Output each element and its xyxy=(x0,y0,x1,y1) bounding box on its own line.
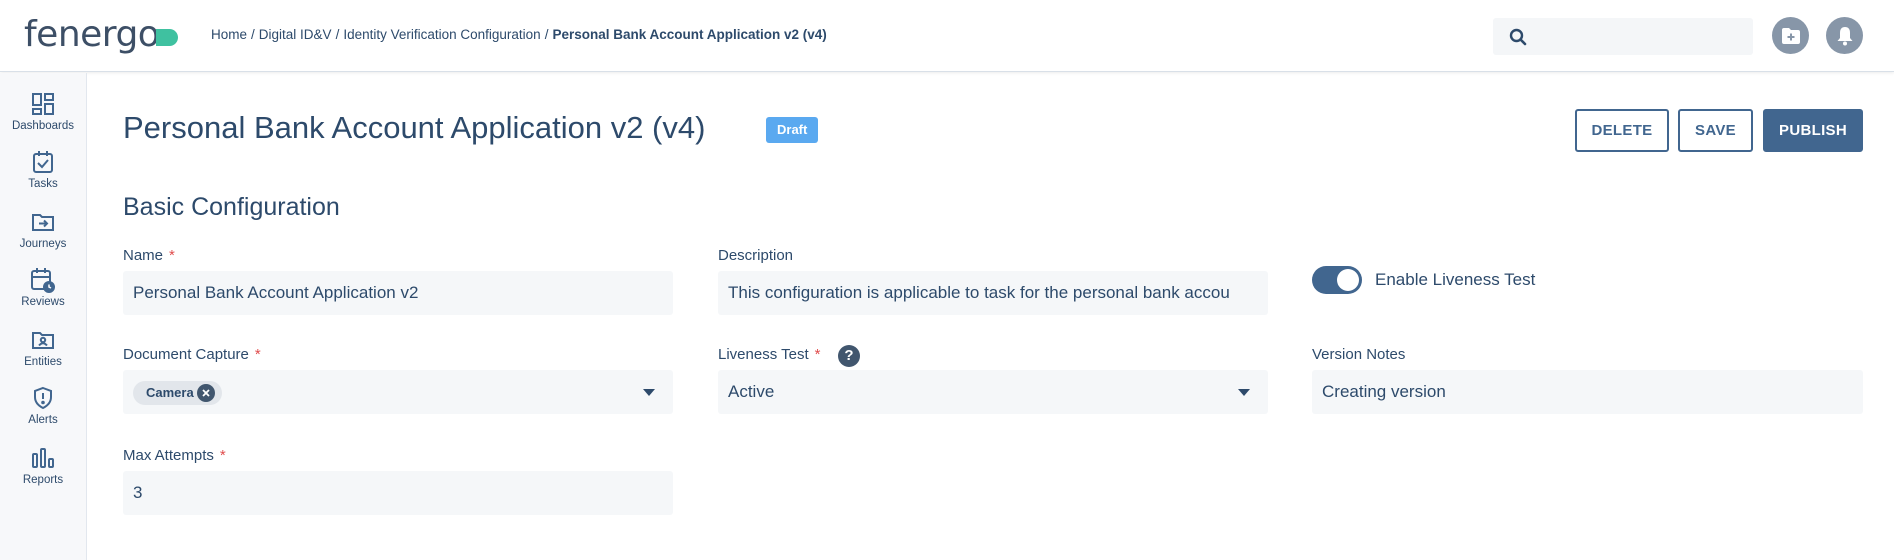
liveness-test-label: Liveness Test * xyxy=(718,346,820,363)
liveness-test-value: Active xyxy=(728,382,775,401)
chevron-down-icon[interactable] xyxy=(643,389,655,396)
add-folder-button[interactable] xyxy=(1772,17,1809,54)
calendar-clock-icon xyxy=(30,267,56,293)
sidebar-item-alerts[interactable]: Alerts xyxy=(0,385,86,435)
version-notes-field[interactable]: Creating version xyxy=(1312,370,1863,414)
status-badge: Draft xyxy=(766,117,819,143)
required-marker: * xyxy=(814,346,821,363)
sidebar-item-reports[interactable]: Reports xyxy=(0,445,86,495)
toggle-knob xyxy=(1337,269,1359,291)
add-folder-icon xyxy=(1781,27,1800,44)
delete-button[interactable]: DELETE xyxy=(1575,109,1669,152)
chip-label: Camera xyxy=(146,385,194,400)
bell-icon xyxy=(1837,26,1852,45)
enable-liveness-toggle[interactable] xyxy=(1312,266,1362,294)
sidebar-item-label: Journeys xyxy=(19,238,67,250)
section-title: Basic Configuration xyxy=(123,193,340,221)
sidebar-item-label: Alerts xyxy=(28,414,58,426)
document-capture-label: Document Capture * xyxy=(123,346,261,363)
sidebar-item-reviews[interactable]: Reviews xyxy=(0,267,86,317)
name-label-text: Name xyxy=(123,247,164,264)
sidebar-item-label: Tasks xyxy=(28,178,58,190)
sidebar-item-label: Entities xyxy=(24,356,62,368)
name-field[interactable]: Personal Bank Account Application v2 xyxy=(123,271,673,315)
camera-chip: Camera xyxy=(133,381,222,405)
journey-folder-icon xyxy=(30,209,56,235)
enable-liveness-label: Enable Liveness Test xyxy=(1375,270,1536,289)
publish-button[interactable]: PUBLISH xyxy=(1763,109,1863,152)
sidebar-item-label: Reports xyxy=(22,474,64,486)
close-icon xyxy=(202,389,210,397)
description-field[interactable]: This configuration is applicable to task… xyxy=(718,271,1268,315)
breadcrumb-digital-idv[interactable]: Digital ID&V xyxy=(259,27,332,42)
help-icon[interactable]: ? xyxy=(838,345,860,367)
liveness-test-label-text: Liveness Test xyxy=(718,346,809,363)
breadcrumb-current: Personal Bank Account Application v2 (v4… xyxy=(552,27,827,42)
sidebar-item-label: Reviews xyxy=(21,296,65,308)
logo-accent xyxy=(156,28,179,46)
breadcrumb-home[interactable]: Home xyxy=(211,27,247,42)
breadcrumb-idv-configuration[interactable]: Identity Verification Configuration xyxy=(343,27,540,42)
sidebar-item-entities[interactable]: Entities xyxy=(0,327,86,377)
max-attempts-field[interactable]: 3 xyxy=(123,471,673,515)
bar-chart-icon xyxy=(30,445,56,471)
liveness-test-select[interactable]: Active xyxy=(718,370,1268,414)
shield-alert-icon xyxy=(30,385,56,411)
required-marker: * xyxy=(254,346,261,363)
document-capture-label-text: Document Capture xyxy=(123,346,249,363)
description-label: Description xyxy=(718,247,794,264)
sidebar-item-label: Dashboards xyxy=(11,120,74,132)
dashboard-icon xyxy=(30,91,56,117)
document-capture-select[interactable]: Camera xyxy=(123,370,673,414)
breadcrumb-separator: / xyxy=(544,27,549,42)
logo-text: fenergo xyxy=(24,13,160,55)
max-attempts-label-text: Max Attempts xyxy=(123,447,214,464)
top-bar: fenergo Home / Digital ID&V / Identity Verif… xyxy=(0,0,1894,72)
required-marker: * xyxy=(169,247,175,264)
breadcrumb-separator: / xyxy=(335,27,340,42)
version-notes-label: Version Notes xyxy=(1312,346,1406,363)
breadcrumb-separator: / xyxy=(251,27,255,42)
entity-folder-icon xyxy=(30,327,56,353)
sidebar: Dashboards Tasks Journeys Reviews Entiti… xyxy=(0,73,87,560)
chip-remove-button[interactable] xyxy=(196,384,215,402)
fenergo-logo[interactable]: fenergo xyxy=(24,12,179,56)
save-button[interactable]: SAVE xyxy=(1678,109,1753,152)
required-marker: * xyxy=(219,447,226,464)
breadcrumb: Home / Digital ID&V / Identity Verification … xyxy=(211,27,827,42)
sidebar-item-tasks[interactable]: Tasks xyxy=(0,149,86,199)
notifications-button[interactable] xyxy=(1826,17,1863,54)
sidebar-item-journeys[interactable]: Journeys xyxy=(0,209,86,259)
page-title: Personal Bank Account Application v2 (v4… xyxy=(123,110,706,145)
name-label: Name * xyxy=(123,247,175,264)
chevron-down-icon[interactable] xyxy=(1238,389,1250,396)
task-check-icon xyxy=(30,149,56,175)
search-input[interactable] xyxy=(1493,18,1753,55)
sidebar-item-dashboards[interactable]: Dashboards xyxy=(0,91,86,141)
search-icon xyxy=(1509,28,1527,46)
max-attempts-label: Max Attempts * xyxy=(123,447,226,464)
